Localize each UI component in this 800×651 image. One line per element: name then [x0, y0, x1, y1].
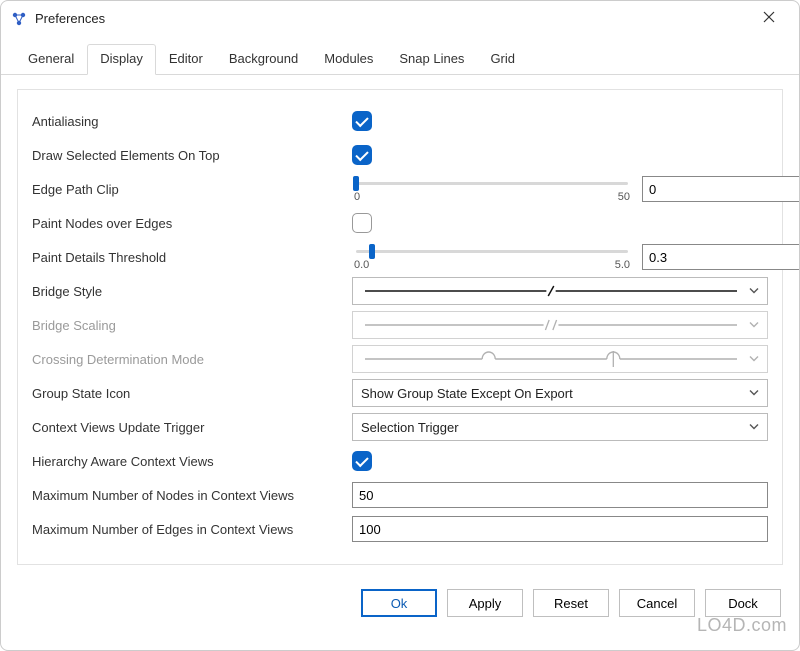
tab-bar: General Display Editor Background Module… [1, 37, 799, 75]
paint-nodes-over-edges-checkbox[interactable] [352, 213, 372, 233]
max-edges-label: Maximum Number of Edges in Context Views [32, 522, 342, 537]
reset-button[interactable]: Reset [533, 589, 609, 617]
tab-background[interactable]: Background [216, 44, 311, 75]
edge-path-clip-slider[interactable]: 0 50 [352, 172, 632, 206]
chevron-down-icon [749, 420, 759, 435]
tab-editor[interactable]: Editor [156, 44, 216, 75]
edge-path-clip-min: 0 [354, 191, 360, 203]
chevron-down-icon [749, 318, 759, 333]
bridge-style-select[interactable] [352, 277, 768, 305]
chevron-down-icon [749, 284, 759, 299]
paint-details-threshold-label: Paint Details Threshold [32, 250, 342, 265]
context-trigger-value: Selection Trigger [361, 420, 459, 435]
paint-details-threshold-slider[interactable]: 0.0 5.0 [352, 240, 632, 274]
edge-path-clip-max: 50 [618, 191, 630, 203]
bridge-scaling-label: Bridge Scaling [32, 318, 342, 333]
apply-button[interactable]: Apply [447, 589, 523, 617]
chevron-down-icon [749, 352, 759, 367]
context-trigger-label: Context Views Update Trigger [32, 420, 342, 435]
paint-details-threshold-min: 0.0 [354, 259, 369, 271]
tab-general[interactable]: General [15, 44, 87, 75]
group-state-icon-label: Group State Icon [32, 386, 342, 401]
chevron-down-icon [749, 386, 759, 401]
context-trigger-select[interactable]: Selection Trigger [352, 413, 768, 441]
footer: Ok Apply Reset Cancel Dock [1, 577, 799, 631]
hierarchy-aware-checkbox[interactable] [352, 451, 372, 471]
display-panel: Antialiasing Draw Selected Elements On T… [17, 89, 783, 565]
paint-details-threshold-input[interactable] [642, 244, 800, 270]
max-edges-input[interactable] [352, 516, 768, 542]
crossing-mode-select[interactable] [352, 345, 768, 373]
draw-selected-top-checkbox[interactable] [352, 145, 372, 165]
tab-modules[interactable]: Modules [311, 44, 386, 75]
paint-details-threshold-max: 5.0 [615, 259, 630, 271]
hierarchy-aware-label: Hierarchy Aware Context Views [32, 454, 342, 469]
group-state-icon-value: Show Group State Except On Export [361, 386, 573, 401]
tab-grid[interactable]: Grid [477, 44, 528, 75]
max-nodes-input[interactable] [352, 482, 768, 508]
close-button[interactable] [749, 5, 789, 33]
bridge-style-label: Bridge Style [32, 284, 342, 299]
group-state-icon-select[interactable]: Show Group State Except On Export [352, 379, 768, 407]
close-icon [763, 11, 775, 26]
bridge-scaling-select[interactable] [352, 311, 768, 339]
dock-button[interactable]: Dock [705, 589, 781, 617]
edge-path-clip-label: Edge Path Clip [32, 182, 342, 197]
antialiasing-checkbox[interactable] [352, 111, 372, 131]
tab-snap-lines[interactable]: Snap Lines [386, 44, 477, 75]
antialiasing-label: Antialiasing [32, 114, 342, 129]
edge-path-clip-input[interactable] [642, 176, 800, 202]
tab-display[interactable]: Display [87, 44, 156, 75]
window-title: Preferences [35, 11, 105, 26]
preferences-window: Preferences General Display Editor Backg… [0, 0, 800, 651]
ok-button[interactable]: Ok [361, 589, 437, 617]
app-icon [11, 11, 27, 27]
draw-selected-top-label: Draw Selected Elements On Top [32, 148, 342, 163]
cancel-button[interactable]: Cancel [619, 589, 695, 617]
crossing-mode-label: Crossing Determination Mode [32, 352, 342, 367]
paint-nodes-over-edges-label: Paint Nodes over Edges [32, 216, 342, 231]
max-nodes-label: Maximum Number of Nodes in Context Views [32, 488, 342, 503]
titlebar: Preferences [1, 1, 799, 37]
